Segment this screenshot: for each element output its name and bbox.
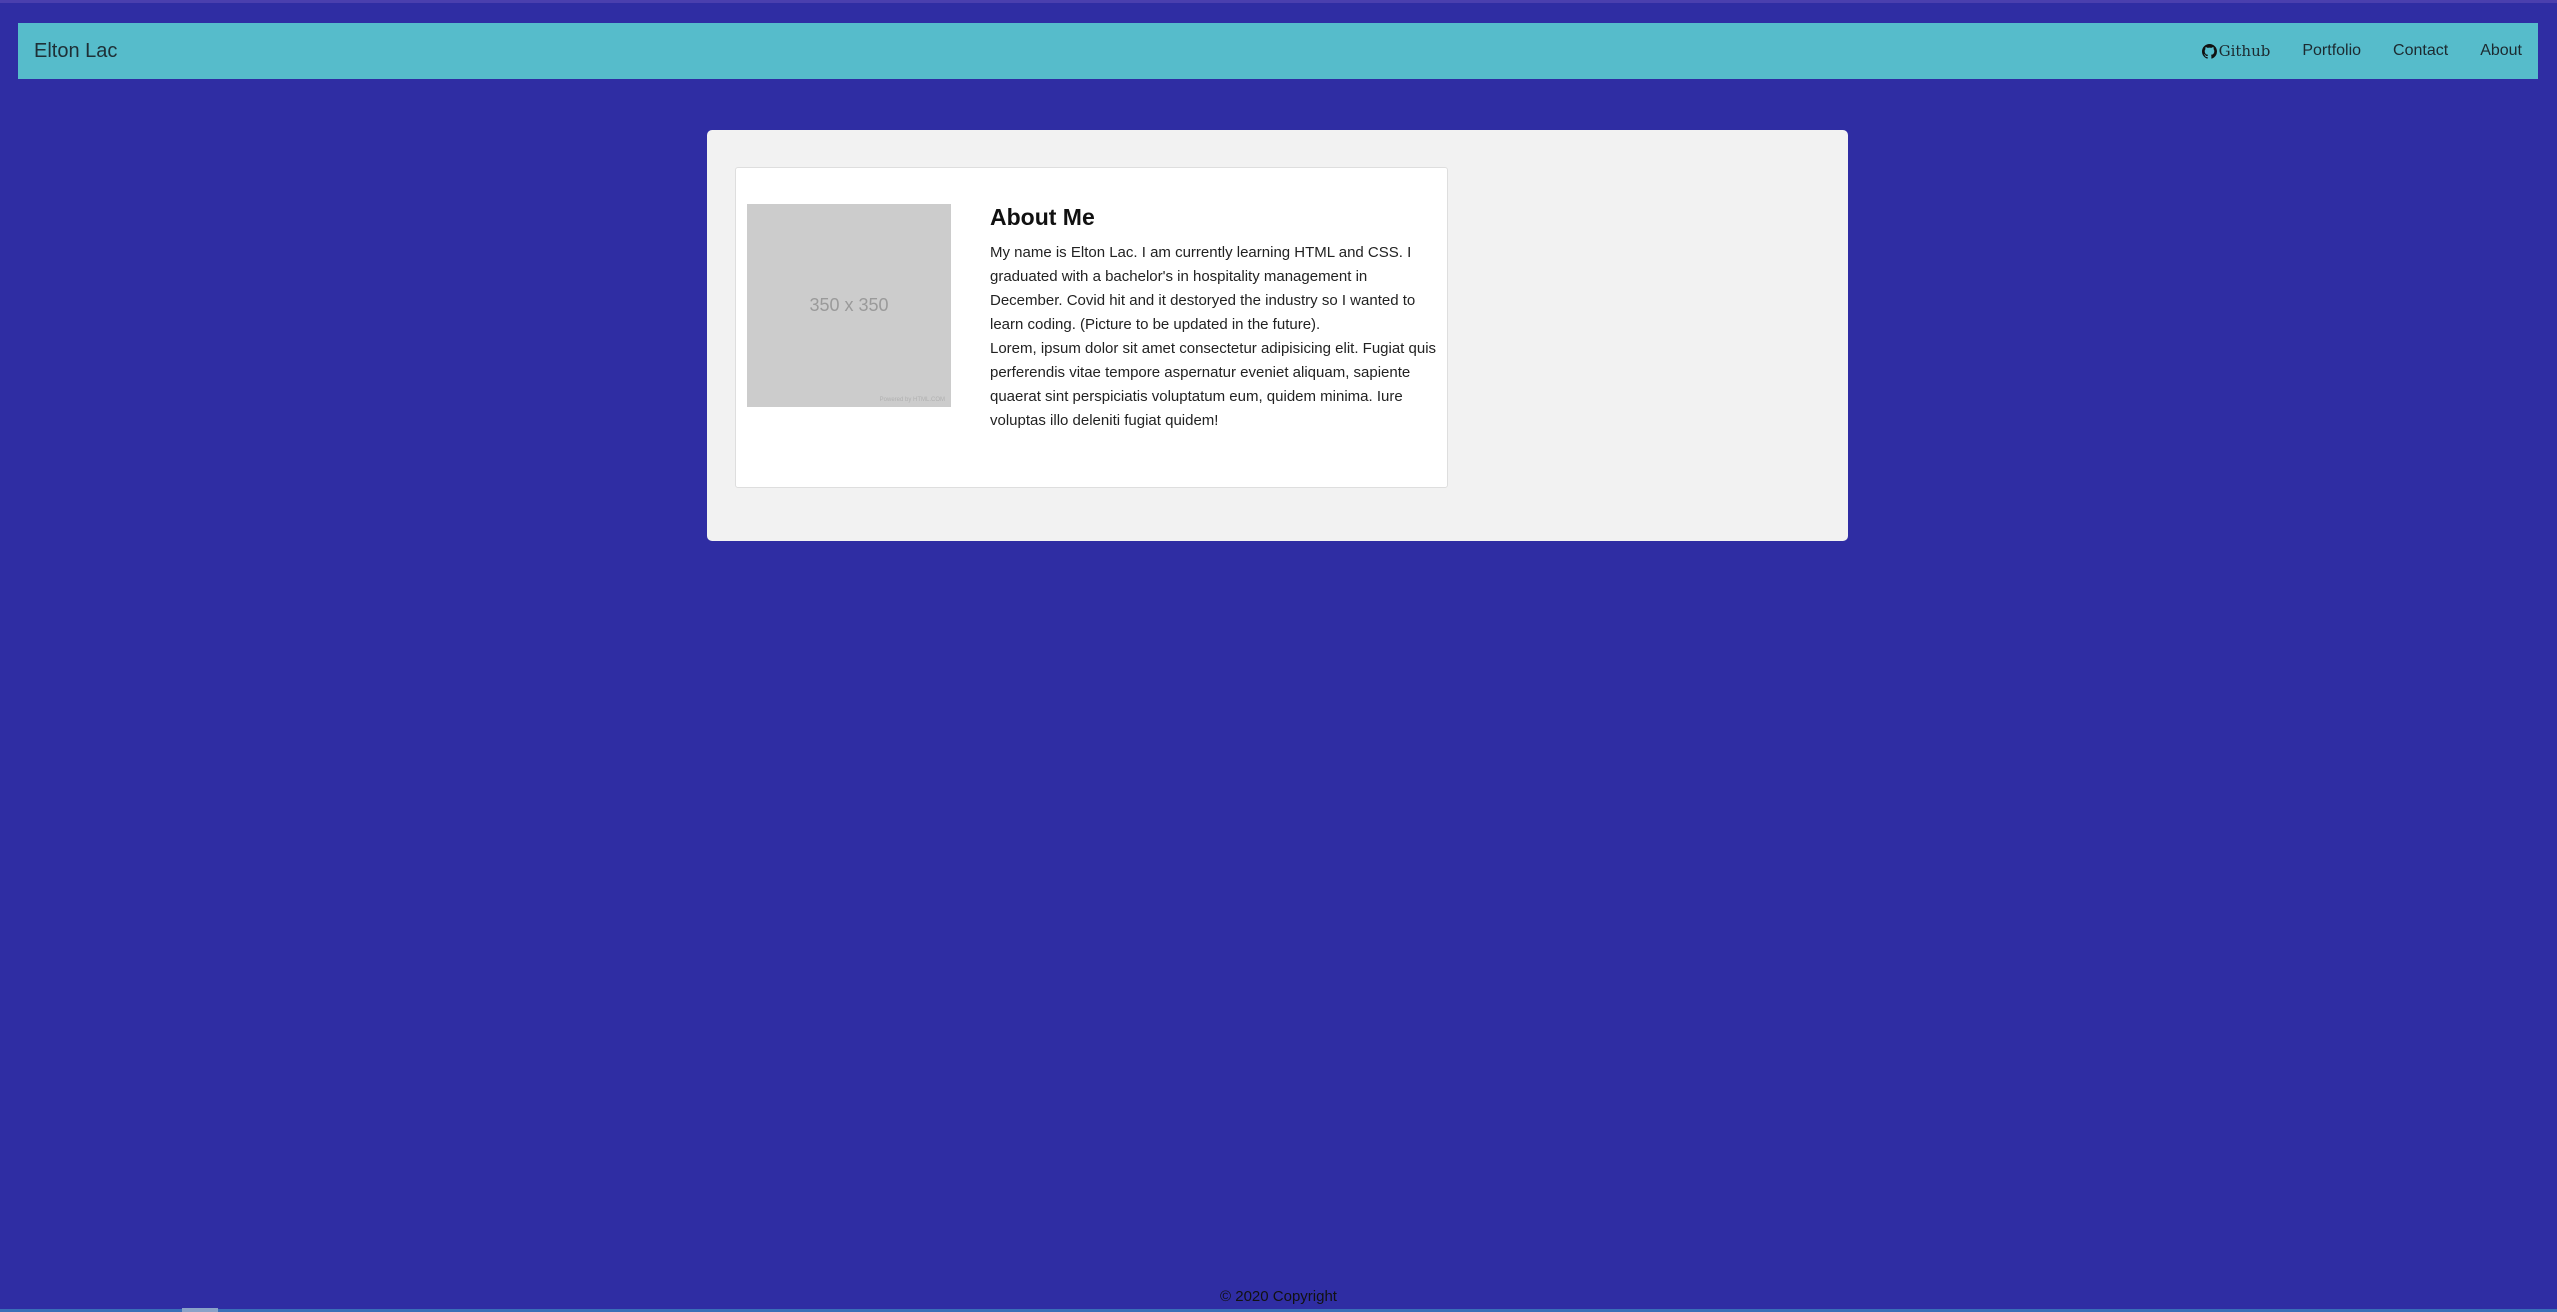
about-paragraph-1: My name is Elton Lac. I am currently lea… [990, 244, 1416, 333]
footer: © 2020 Copyright [0, 1288, 2557, 1305]
github-icon [2201, 43, 2217, 59]
bottom-edge-mark [182, 1308, 218, 1312]
navbar: Elton Lac Github Portfolio Contact About [18, 23, 2538, 79]
nav-link-github-label: Github [2218, 42, 2271, 60]
nav-link-github[interactable]: Github [2201, 42, 2271, 60]
about-title: About Me [990, 204, 1095, 230]
placeholder-size-label: 350 x 350 [809, 295, 889, 315]
footer-copyright: © 2020 Copyright [1220, 1288, 1337, 1305]
nav-links: Github Portfolio Contact About [2201, 42, 2522, 60]
nav-link-portfolio[interactable]: Portfolio [2302, 42, 2361, 60]
nav-link-about[interactable]: About [2480, 42, 2522, 60]
brand-link[interactable]: Elton Lac [34, 40, 117, 63]
profile-image-placeholder: 350 x 350 Powered by HTML.COM [747, 204, 951, 407]
main-container: 350 x 350 Powered by HTML.COM About Me M… [707, 130, 1848, 541]
about-paragraph-2: Lorem, ipsum dolor sit amet consectetur … [990, 340, 1437, 429]
nav-link-contact[interactable]: Contact [2393, 42, 2448, 60]
placeholder-credit: Powered by HTML.COM [879, 397, 945, 403]
about-card: 350 x 350 Powered by HTML.COM About Me M… [735, 167, 1448, 488]
about-content: About Me My name is Elton Lac. I am curr… [990, 204, 1440, 433]
page: Elton Lac Github Portfolio Contact About… [0, 0, 2557, 1312]
